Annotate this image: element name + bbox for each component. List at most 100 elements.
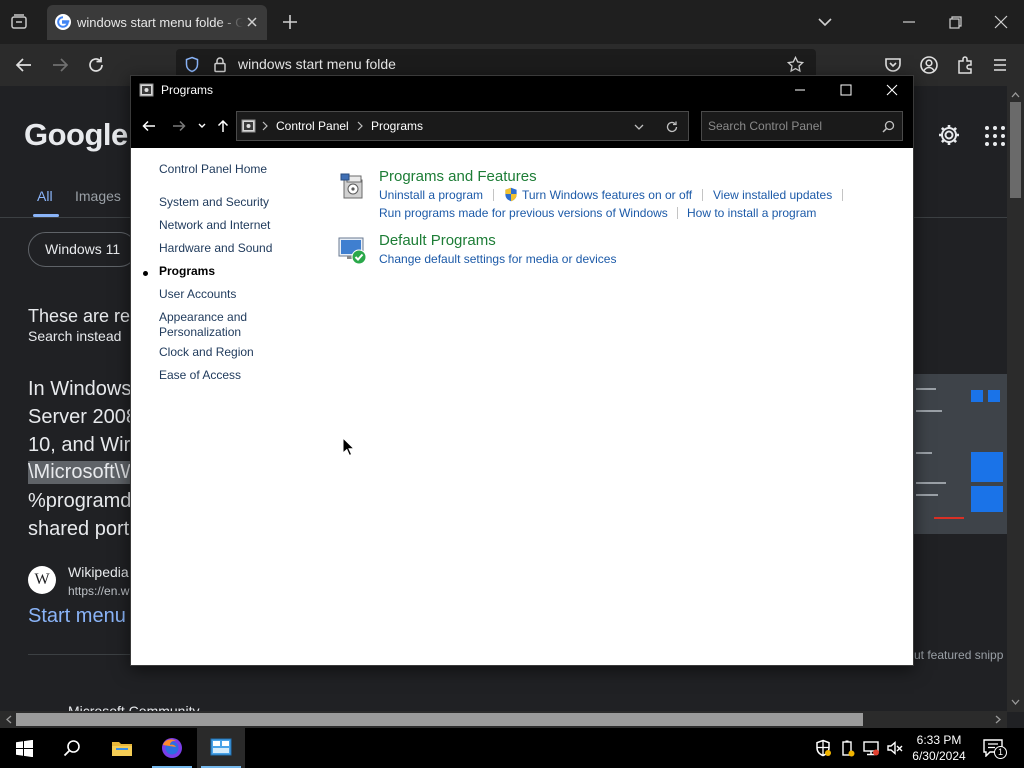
scrollbar-thumb[interactable] xyxy=(1010,102,1021,198)
apps-grid-icon[interactable] xyxy=(985,126,1005,146)
taskbar-firefox[interactable] xyxy=(148,728,196,768)
start-button[interactable] xyxy=(0,728,48,768)
address-bar[interactable]: Control Panel Programs xyxy=(236,111,689,141)
breadcrumb-control-panel[interactable]: Control Panel xyxy=(276,119,349,133)
restore-icon[interactable] xyxy=(945,12,965,32)
snippet-image[interactable] xyxy=(914,374,1007,534)
bookmark-star-icon[interactable] xyxy=(786,55,805,74)
search-icon xyxy=(63,740,80,757)
snippet-line: shared port xyxy=(28,518,130,540)
menu-icon[interactable] xyxy=(990,55,1010,75)
snippet-line-highlight: \Microsoft\W xyxy=(28,461,140,484)
tab-all[interactable]: All xyxy=(37,188,53,204)
lock-icon[interactable] xyxy=(212,56,228,73)
chevron-right-icon[interactable] xyxy=(356,120,364,132)
forward-arrow-icon[interactable] xyxy=(50,55,70,75)
sidebar-item-control-panel-home[interactable]: Control Panel Home xyxy=(159,162,267,177)
chevron-right-icon[interactable] xyxy=(261,120,269,132)
view-installed-updates-link[interactable]: View installed updates xyxy=(713,188,832,202)
programs-features-icon[interactable] xyxy=(337,170,369,202)
security-shield-icon[interactable] xyxy=(814,739,832,757)
search-input[interactable] xyxy=(708,118,878,134)
minimize-icon[interactable] xyxy=(899,12,919,32)
reload-icon[interactable] xyxy=(86,55,106,75)
notification-center-button[interactable]: 1 xyxy=(980,728,1024,768)
source-name[interactable]: Wikipedia xyxy=(68,564,129,580)
search-instead-text[interactable]: Search instead xyxy=(28,328,121,344)
chevron-down-icon[interactable] xyxy=(816,13,834,31)
gear-icon[interactable] xyxy=(937,123,961,147)
shield-icon[interactable] xyxy=(184,56,200,73)
current-item-bullet xyxy=(143,271,148,276)
system-clock[interactable]: 6:33 PM 6/30/2024 xyxy=(906,732,972,764)
feedback-text[interactable]: ut featured snipp xyxy=(914,648,1003,662)
back-arrow-icon[interactable] xyxy=(141,118,157,134)
window-title-bar[interactable]: Programs xyxy=(131,76,913,104)
explorer-navigation-bar: Control Panel Programs xyxy=(131,104,913,148)
sidebar-item-network-and-internet[interactable]: Network and Internet xyxy=(159,218,270,233)
forward-arrow-icon[interactable] xyxy=(171,118,187,134)
result-link[interactable]: Start menu xyxy=(28,605,126,628)
clock-date: 6/30/2024 xyxy=(912,749,966,763)
sidebar-item-clock-and-region[interactable]: Clock and Region xyxy=(159,345,254,360)
back-arrow-icon[interactable] xyxy=(14,55,34,75)
scroll-up-icon[interactable] xyxy=(1011,90,1020,99)
network-icon[interactable] xyxy=(862,739,880,757)
window-title: Programs xyxy=(161,83,214,97)
vertical-scrollbar[interactable] xyxy=(1007,86,1024,712)
google-logo[interactable]: Google xyxy=(24,117,128,153)
minimize-button[interactable] xyxy=(777,76,823,104)
default-programs-icon[interactable] xyxy=(337,234,369,266)
programs-and-features-link[interactable]: Programs and Features xyxy=(379,168,537,185)
sidebar-item-programs: Programs xyxy=(159,264,216,278)
close-icon[interactable] xyxy=(991,12,1011,32)
battery-icon[interactable] xyxy=(838,739,856,757)
uninstall-program-link[interactable]: Uninstall a program xyxy=(379,188,483,202)
search-icon[interactable] xyxy=(882,120,895,133)
volume-muted-icon[interactable] xyxy=(886,739,904,757)
chevron-down-icon[interactable] xyxy=(633,121,645,133)
sidebar-item-ease-of-access[interactable]: Ease of Access xyxy=(159,368,241,383)
extensions-icon[interactable] xyxy=(955,55,975,75)
sidebar-item-appearance-and-personalization[interactable]: Appearance and Personalization xyxy=(159,310,269,340)
control-panel-icon xyxy=(210,738,232,756)
run-previous-versions-link[interactable]: Run programs made for previous versions … xyxy=(379,206,668,220)
firefox-icon xyxy=(162,738,182,758)
sidebar-item-system-and-security[interactable]: System and Security xyxy=(159,195,269,210)
breadcrumb-programs[interactable]: Programs xyxy=(371,119,423,133)
mouse-pointer-icon xyxy=(342,437,356,457)
account-icon[interactable] xyxy=(919,55,939,75)
turn-windows-features-link[interactable]: Turn Windows features on or off xyxy=(522,188,692,202)
maximize-button[interactable] xyxy=(823,76,869,104)
close-button[interactable] xyxy=(869,76,915,104)
tab-search-icon[interactable] xyxy=(6,9,32,35)
google-favicon-icon xyxy=(55,14,71,30)
new-tab-icon[interactable] xyxy=(280,12,300,32)
taskbar-search-button[interactable] xyxy=(48,728,96,768)
up-arrow-icon[interactable] xyxy=(215,118,231,134)
close-tab-icon[interactable] xyxy=(245,15,259,29)
scroll-left-icon[interactable] xyxy=(4,715,13,724)
refresh-icon[interactable] xyxy=(665,120,679,134)
source-url[interactable]: https://en.w xyxy=(68,584,129,598)
tab-images[interactable]: Images xyxy=(75,188,121,204)
sidebar-item-hardware-and-sound[interactable]: Hardware and Sound xyxy=(159,241,272,256)
how-to-install-link[interactable]: How to install a program xyxy=(687,206,816,220)
sidebar-item-user-accounts[interactable]: User Accounts xyxy=(159,287,236,302)
pocket-icon[interactable] xyxy=(883,55,903,75)
browser-tab[interactable]: windows start menu folde - Google Search xyxy=(47,5,267,40)
browser-tab-strip: windows start menu folde - Google Search xyxy=(0,0,1024,44)
scrollbar-thumb[interactable] xyxy=(16,713,863,726)
scroll-down-icon[interactable] xyxy=(1011,698,1020,707)
taskbar-control-panel[interactable] xyxy=(197,728,245,768)
change-default-settings-link[interactable]: Change default settings for media or dev… xyxy=(379,252,616,266)
snippet-line: In Windows xyxy=(28,378,132,400)
taskbar-file-explorer[interactable] xyxy=(98,728,146,768)
default-programs-link[interactable]: Default Programs xyxy=(379,232,496,249)
control-panel-content: Control Panel Home System and Security N… xyxy=(131,148,913,665)
filter-chip[interactable]: Windows 11 xyxy=(28,232,138,267)
horizontal-scrollbar[interactable] xyxy=(0,711,1007,728)
search-box[interactable] xyxy=(701,111,903,141)
scroll-right-icon[interactable] xyxy=(994,715,1003,724)
recent-locations-chevron-icon[interactable] xyxy=(197,118,207,134)
